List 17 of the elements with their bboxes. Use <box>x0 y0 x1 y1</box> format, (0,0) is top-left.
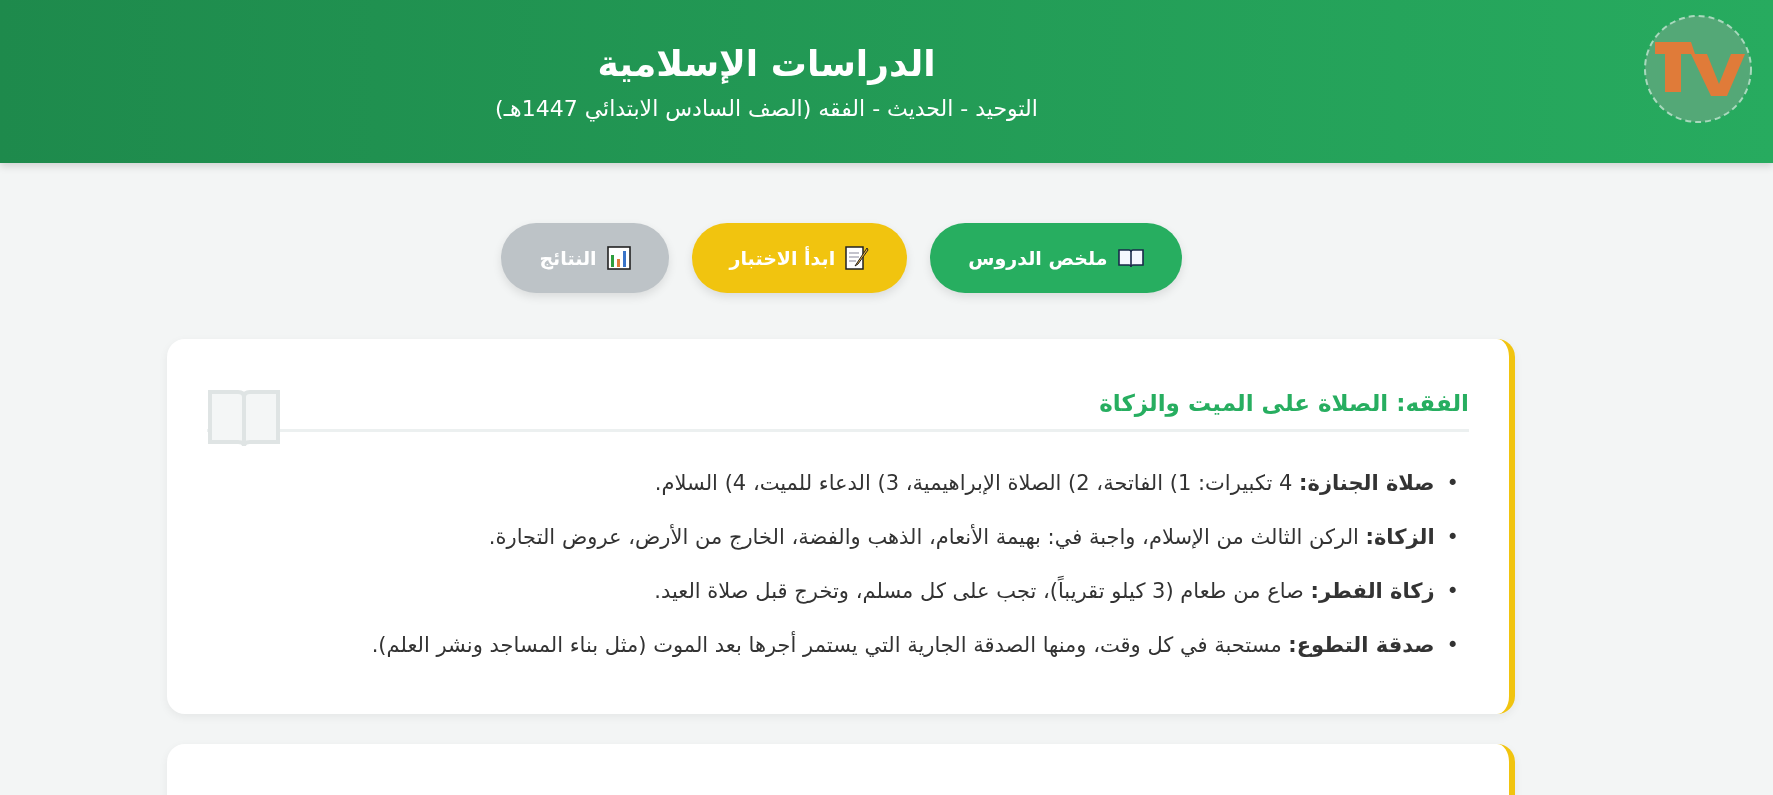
lesson-point: الزكاة: الركن الثالث من الإسلام، واجبة في: بهيمة الأنعام، الذهب والفضة، الخارج من الأرض، عروض التجارة. <box>488 523 1435 552</box>
page-subtitle: التوحيد - الحديث - الفقه (الصف السادس الابتدائي 1447هـ) <box>495 95 1038 121</box>
page-title: الدراسات الإسلامية <box>597 42 936 84</box>
book-icon <box>1117 247 1144 269</box>
card-heading: الفقه: الصلاة على الميت والزكاة <box>1099 390 1469 416</box>
nav-button[interactable]: ملخص الدروس <box>930 223 1182 293</box>
bullet: • <box>1446 524 1459 551</box>
nav-button[interactable]: ابدأ الاختبار <box>691 223 908 293</box>
lesson-point: صدقة التطوع: مستحبة في كل وقت، ومنها الصدقة الجارية التي يستمر أجرها بعد الموت (مثل بناء المساجد ونشر العلم). <box>371 630 1435 659</box>
bar-chart-icon <box>606 246 631 270</box>
nav-button[interactable]: النتائج <box>501 223 669 293</box>
bullet: • <box>1446 470 1459 497</box>
bullet: • <box>1446 632 1459 659</box>
bullet: • <box>1446 578 1459 605</box>
memo-icon <box>845 245 870 271</box>
lesson-point: زكاة الفطر: صاع من طعام (3 كيلو تقريباً)، تجب على كل مسلم، وتخرج قبل صلاة العيد. <box>654 574 1435 608</box>
lesson-point: صلاة الجنازة: 4 تكبيرات: 1) الفاتحة، 2) الصلاة الإبراهيمية، 3) الدعاء للميت، 4) السلام. <box>654 470 1435 497</box>
